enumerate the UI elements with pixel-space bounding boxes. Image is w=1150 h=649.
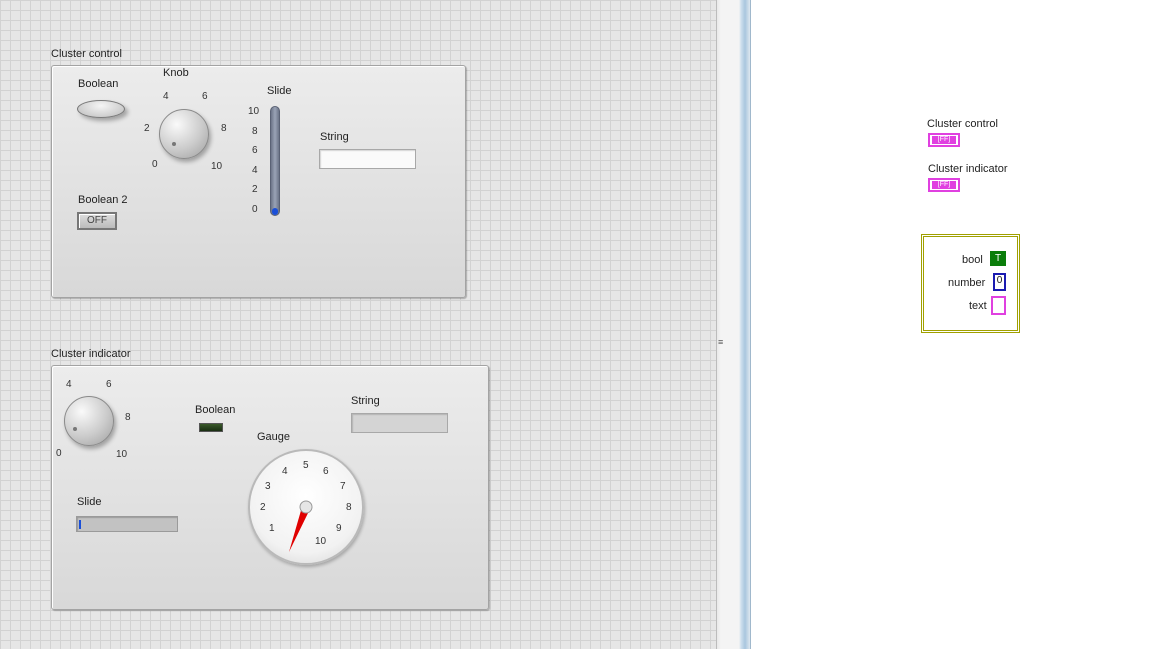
- slide-tick-0: 0: [252, 204, 258, 215]
- slide-tick-4: 4: [252, 165, 258, 176]
- gauge-needle: [289, 500, 313, 552]
- knob-tick-0: 0: [152, 159, 158, 170]
- pane-splitter[interactable]: [716, 0, 750, 649]
- boolean-led-indicator: [199, 423, 223, 432]
- knob-pointer: [172, 142, 176, 146]
- ind-knob-tick-8: 8: [125, 412, 131, 423]
- knob-tick-6: 6: [202, 91, 208, 102]
- knob-control[interactable]: [159, 109, 209, 159]
- front-panel: Cluster control Boolean Knob 0 2 4 6 8 1…: [0, 0, 716, 649]
- text-label: text: [969, 300, 987, 312]
- knob-tick-2: 2: [144, 123, 150, 134]
- knob-tick-10: 10: [211, 161, 223, 172]
- splitter-grip-icon[interactable]: ≡: [718, 338, 723, 347]
- gauge-indicator: 1 2 3 4 5 6 7 8 9 10: [248, 449, 364, 565]
- block-diagram: Cluster control [FF] Cluster indicator […: [750, 0, 1150, 649]
- knob-tick-4: 4: [163, 91, 169, 102]
- bd-cluster-indicator-label: Cluster indicator: [928, 163, 1008, 175]
- ind-boolean-label: Boolean: [195, 404, 236, 416]
- ind-string-label: String: [351, 395, 380, 407]
- number-constant[interactable]: 0: [993, 273, 1006, 291]
- vertical-slide-control[interactable]: [270, 106, 280, 216]
- ind-knob-tick-10: 10: [116, 449, 128, 460]
- cluster-indicator-terminal[interactable]: [FF]: [928, 178, 960, 192]
- horizontal-slide-indicator: [76, 516, 178, 532]
- slide-tick-8: 8: [252, 126, 258, 137]
- cluster-indicator: 4 6 8 0 10 Boolean String Gauge 1 2 3 4 …: [51, 365, 489, 610]
- number-label: number: [948, 277, 986, 289]
- slide-tick-10: 10: [248, 106, 260, 117]
- gauge-label: Gauge: [257, 431, 291, 443]
- gauge-hub: [299, 500, 313, 514]
- cluster-control-terminal[interactable]: [FF]: [928, 133, 960, 147]
- slide-fill: [272, 208, 278, 215]
- bool-label: bool: [962, 254, 983, 266]
- boolean2-label: Boolean 2: [78, 194, 128, 206]
- boolean2-button[interactable]: OFF: [77, 212, 117, 230]
- string-indicator: [351, 413, 448, 433]
- gauge-needle-pointer: [289, 507, 310, 552]
- cluster-control[interactable]: Boolean Knob 0 2 4 6 8 10 Slide 10 8 6 4…: [51, 65, 466, 298]
- cluster-indicator-label: Cluster indicator: [51, 348, 131, 360]
- knob-tick-8: 8: [221, 123, 227, 134]
- ind-knob-tick-0: 0: [56, 448, 62, 459]
- knob-indicator: [64, 396, 114, 446]
- hslide-fill: [79, 520, 81, 529]
- boolean-label: Boolean: [78, 78, 119, 90]
- knob-label: Knob: [163, 67, 189, 79]
- boolean-led-button[interactable]: [77, 100, 125, 118]
- bd-cluster-control-label: Cluster control: [927, 118, 998, 130]
- string-label: String: [320, 131, 349, 143]
- bool-constant[interactable]: T: [990, 251, 1006, 266]
- string-control[interactable]: [319, 149, 416, 169]
- slide-tick-6: 6: [252, 145, 258, 156]
- cluster-constant[interactable]: bool T number 0 text: [921, 234, 1020, 333]
- ind-slide-label: Slide: [77, 496, 102, 508]
- slide-label: Slide: [267, 85, 292, 97]
- slide-tick-2: 2: [252, 184, 258, 195]
- cluster-control-label: Cluster control: [51, 48, 122, 60]
- ind-knob-tick-6: 6: [106, 379, 112, 390]
- knob-indicator-pointer: [73, 427, 77, 431]
- text-constant[interactable]: [991, 296, 1006, 315]
- ind-knob-tick-4: 4: [66, 379, 72, 390]
